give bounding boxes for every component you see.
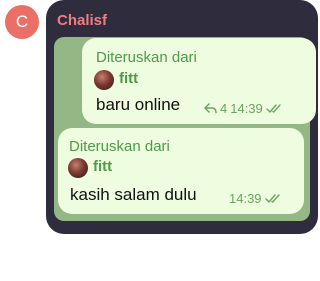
avatar-letter: C [15,12,29,31]
read-checkmarks-icon [264,193,283,204]
forwarded-from-name[interactable]: fitt [119,70,138,87]
message-bubble[interactable]: Diteruskan dari fitt baru online 4 14:39 [82,38,316,124]
message-bubble[interactable]: Diteruskan dari fitt kasih salam dulu 14… [58,128,304,214]
message-time: 14:39 [229,191,262,206]
message-meta: 14:39 [229,191,283,206]
sender-name[interactable]: Chalisf [57,12,107,29]
message-text: kasih salam dulu [70,185,197,204]
forwarded-label: Diteruskan dari [69,138,170,155]
forwarded-label: Diteruskan dari [96,49,197,66]
reply-count[interactable]: 4 [220,101,227,116]
forwarded-from-avatar[interactable] [94,70,114,90]
read-checkmarks-icon [266,103,284,114]
message-time: 14:39 [230,101,263,116]
message-text: baru online [96,95,181,114]
forwarded-from-avatar[interactable] [68,158,88,178]
message-meta: 4 14:39 [204,101,284,116]
forwarded-from-name[interactable]: fitt [93,158,112,175]
message-card: Chalisf Diteruskan dari fitt baru online… [46,0,318,234]
reply-icon[interactable] [204,103,217,114]
forwarded-message-preview: C Chalisf Diteruskan dari fitt baru onli… [0,0,320,281]
sender-avatar[interactable]: C [5,5,39,39]
